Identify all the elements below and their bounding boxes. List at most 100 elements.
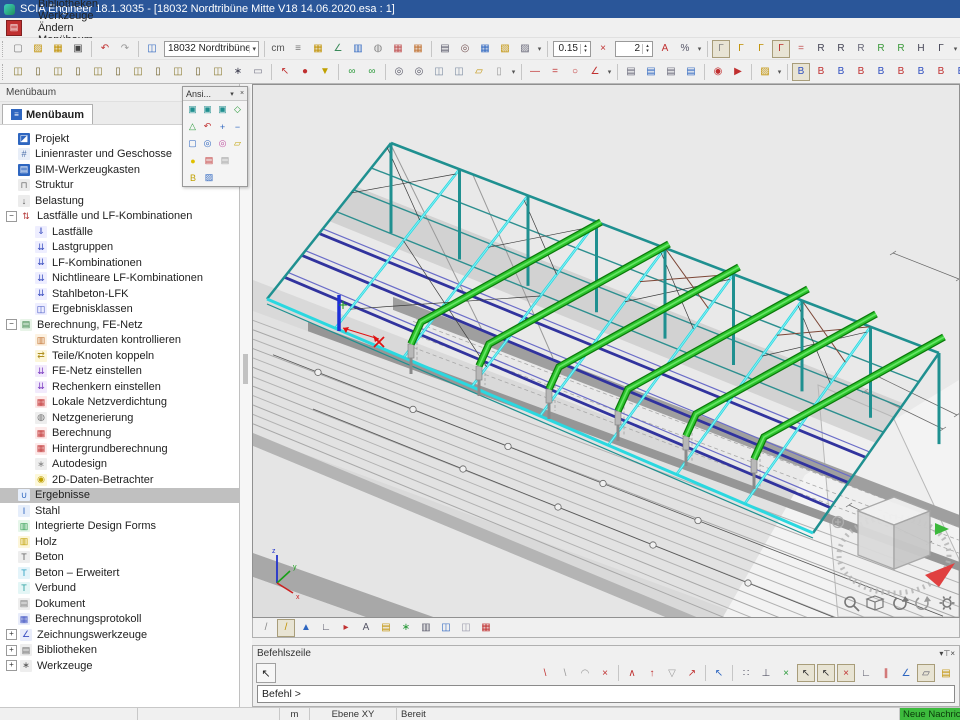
profile-tool-2[interactable]: ▯ — [29, 63, 47, 81]
scale-spinner[interactable]: 2▴▾ — [615, 41, 653, 57]
open-icon[interactable]: ▨ — [29, 40, 47, 58]
tree-item-belastung[interactable]: ↓Belastung — [0, 193, 239, 209]
cursor-mode-button[interactable]: ↖ — [256, 663, 276, 683]
tree-item-zeichnungswerkzeuge[interactable]: +∠Zeichnungswerkzeuge — [0, 627, 239, 643]
palette-dropdown-icon[interactable]: ▾ — [227, 90, 237, 98]
tree-item-beton[interactable]: TBeton — [0, 550, 239, 566]
member-tool-2[interactable]: B — [812, 63, 830, 81]
member-tool-7[interactable]: B — [912, 63, 930, 81]
wall-tool-3[interactable]: Γ — [752, 40, 770, 58]
snap-vector-icon[interactable]: ↗ — [683, 664, 701, 682]
snap-parallel-icon[interactable]: ∥ — [877, 664, 895, 682]
dropdown-arrow-icon[interactable]: ▾ — [605, 68, 614, 76]
coordinates-icon[interactable]: ∠ — [329, 40, 347, 58]
axis-cone-icon[interactable]: ▲ — [297, 619, 315, 637]
snap-end-icon[interactable]: ↖ — [817, 664, 835, 682]
palette-close-icon[interactable]: × — [237, 90, 247, 97]
view-settings-icon[interactable]: ▨ — [202, 170, 217, 185]
snap-line-icon[interactable]: \ — [536, 664, 554, 682]
print-preview-icon[interactable]: ◎ — [456, 40, 474, 58]
wall-tool-9[interactable]: R — [872, 40, 890, 58]
tree-item-lf-kombinationen[interactable]: ⇊LF-Kombinationen — [0, 255, 239, 271]
dropdown-arrow-icon[interactable]: ▾ — [509, 68, 518, 76]
tree-item-holz[interactable]: ▥Holz — [0, 534, 239, 550]
tree-item-ergebnisse[interactable]: ∪Ergebnisse — [0, 488, 239, 504]
wall-tool-5[interactable]: = — [792, 40, 810, 58]
command-input[interactable]: Befehl > — [257, 685, 955, 703]
calculator-icon[interactable]: ▦ — [309, 40, 327, 58]
select-user-icon[interactable]: ● — [296, 63, 314, 81]
doc-view-icon[interactable]: B — [186, 170, 201, 185]
snap-up-icon[interactable]: ↑ — [643, 664, 661, 682]
tree-item-ergebnisklassen[interactable]: ◫Ergebnisklassen — [0, 302, 239, 318]
visibility-icon[interactable]: ◉ — [709, 63, 727, 81]
tree-item-bibliotheken[interactable]: +▤Bibliotheken — [0, 643, 239, 659]
opacity-spinner[interactable]: 0.15▴▾ — [553, 41, 591, 57]
dropdown-arrow-icon[interactable]: ▾ — [535, 45, 544, 53]
snap-tri-icon[interactable]: ▽ — [663, 664, 681, 682]
result-table-icon[interactable]: ▦ — [409, 40, 427, 58]
dropdown-arrow-icon[interactable]: ▾ — [775, 68, 784, 76]
wall-tool-11[interactable]: H — [912, 40, 930, 58]
save-as-icon[interactable]: ▦ — [49, 40, 67, 58]
tree-item-werkzeuge[interactable]: +∗Werkzeuge — [0, 658, 239, 674]
graph-icon[interactable]: ∟ — [317, 619, 335, 637]
profile-tool-6[interactable]: ▯ — [109, 63, 127, 81]
wall-tool-8[interactable]: R — [852, 40, 870, 58]
snap-mid-icon[interactable]: ↖ — [797, 664, 815, 682]
snap-length-icon[interactable]: ∠ — [897, 664, 915, 682]
wall-tool-2[interactable]: Γ — [732, 40, 750, 58]
profile-tool-7[interactable]: ◫ — [129, 63, 147, 81]
box-icon[interactable]: ▯ — [490, 63, 508, 81]
wall-tool-12[interactable]: Γ — [932, 40, 950, 58]
layers-icon[interactable]: ≡ — [289, 40, 307, 58]
search-plus-icon[interactable]: ◎ — [390, 63, 408, 81]
snap-line2-icon[interactable]: \ — [556, 664, 574, 682]
edit-doc-icon[interactable]: ▨ — [516, 40, 534, 58]
tree-item-lokale-netzverdichtung[interactable]: ▦Lokale Netzverdichtung — [0, 395, 239, 411]
search-minus-icon[interactable]: ◎ — [410, 63, 428, 81]
new-messages-badge[interactable]: Neue Nachrichte — [900, 708, 960, 720]
tree-item-beton-erweitert[interactable]: TBeton – Erweitert — [0, 565, 239, 581]
profile-tool-3[interactable]: ◫ — [49, 63, 67, 81]
viewport-3d[interactable]: zyx — [252, 84, 960, 618]
dropdown-arrow-icon[interactable]: ▾ — [951, 45, 960, 53]
profile-tool-4[interactable]: ▯ — [69, 63, 87, 81]
member-tool-1[interactable]: B — [792, 63, 810, 81]
member-tool-5[interactable]: B — [872, 63, 890, 81]
tree-item-berechnung-fe-netz[interactable]: −▤Berechnung, FE-Netz — [0, 317, 239, 333]
profile-tool-12[interactable]: ∗ — [229, 63, 247, 81]
expand-box[interactable]: + — [6, 629, 17, 640]
clipboard-1-icon[interactable]: ▤ — [622, 63, 640, 81]
tree-item-dokument[interactable]: ▤Dokument — [0, 596, 239, 612]
snap-table-icon[interactable]: ▤ — [937, 664, 955, 682]
member-tool-4[interactable]: B — [852, 63, 870, 81]
grid-dots-icon[interactable]: ∷ — [737, 664, 755, 682]
member-tool-3[interactable]: B — [832, 63, 850, 81]
tree-item-hintergrundberechnung[interactable]: ▦Hintergrundberechnung — [0, 441, 239, 457]
tree-item-autodesign[interactable]: ∗Autodesign — [0, 457, 239, 473]
snapshot-icon[interactable]: ▤ — [202, 153, 217, 168]
close-icon[interactable]: × — [950, 649, 955, 658]
snap-off-icon[interactable]: × — [596, 664, 614, 682]
snap-ortho-icon[interactable]: ∟ — [857, 664, 875, 682]
status-unit[interactable]: m — [280, 708, 310, 720]
zoom-in-icon[interactable]: + — [216, 119, 230, 134]
snap-arc-icon[interactable]: ◠ — [576, 664, 594, 682]
profile-tool-1[interactable]: ◫ — [9, 63, 27, 81]
tree-item-rechenkern-einstellen[interactable]: ⇊Rechenkern einstellen — [0, 379, 239, 395]
tree-item-integrierte-design-forms[interactable]: ▥Integrierte Design Forms — [0, 519, 239, 535]
tree-item-stahlbeton-lfk[interactable]: ⇊Stahlbeton-LFK — [0, 286, 239, 302]
intersection-icon[interactable]: × — [777, 664, 795, 682]
snap-node-icon[interactable]: ∧ — [623, 664, 641, 682]
light-icon[interactable]: ● — [186, 153, 201, 168]
tree-item-strukturdaten-kontrollieren[interactable]: ▥Strukturdaten kontrollieren — [0, 333, 239, 349]
zoom-selection-icon[interactable]: ◎ — [216, 136, 230, 151]
select-add-icon[interactable]: ↖ — [276, 63, 294, 81]
tab-menubaum[interactable]: ≡ Menübaum — [2, 104, 93, 124]
clip-box-icon[interactable]: ▱ — [231, 136, 245, 151]
member-tool-6[interactable]: B — [892, 63, 910, 81]
palette-titlebar[interactable]: Ansi... ▾ × — [183, 87, 247, 101]
project-window-icon[interactable]: ◫ — [143, 40, 161, 58]
project-combo[interactable]: 18032 Nordtribüne▾ — [164, 41, 259, 57]
